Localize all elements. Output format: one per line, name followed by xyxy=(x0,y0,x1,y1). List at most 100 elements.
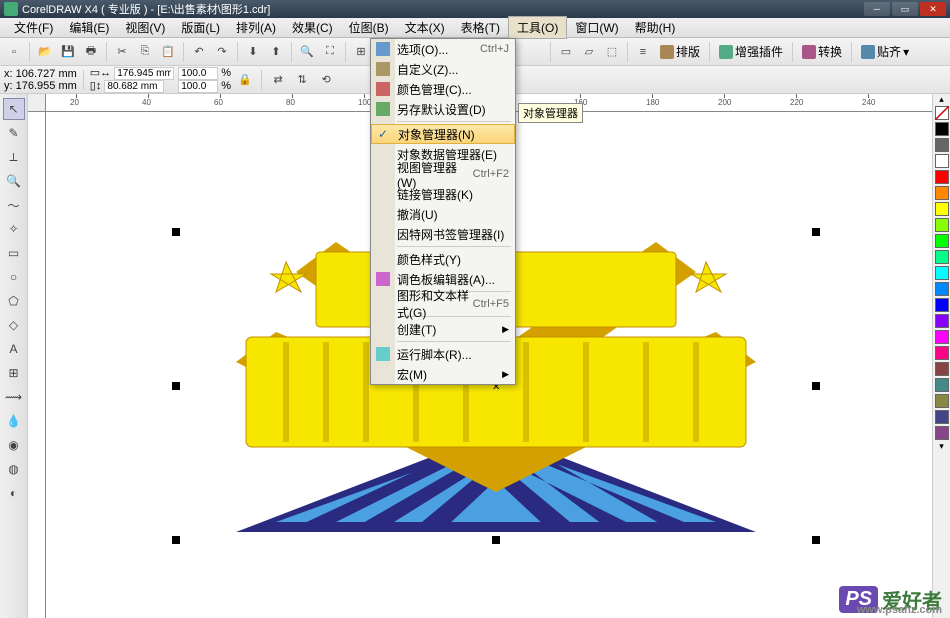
close-button[interactable]: ✕ xyxy=(920,2,946,16)
scale-y-input[interactable] xyxy=(178,80,218,93)
color-swatch[interactable] xyxy=(935,202,949,216)
menu-item-0[interactable]: 选项(O)...Ctrl+J xyxy=(371,39,515,59)
rectangle-tool[interactable]: ▭ xyxy=(3,242,25,264)
menu-item-7[interactable]: 视图管理器(W)Ctrl+F2 xyxy=(371,164,515,184)
copy-button[interactable]: ⎘ xyxy=(135,42,155,62)
selection-handle[interactable] xyxy=(172,382,180,390)
mirror-h-button[interactable]: ⇄ xyxy=(268,70,288,90)
new-button[interactable]: ▫ xyxy=(4,42,24,62)
basic-shapes-tool[interactable]: ◇ xyxy=(3,314,25,336)
menu-8[interactable]: 表格(T) xyxy=(453,17,508,38)
menu-item-5[interactable]: ✓对象管理器(N) xyxy=(371,124,515,144)
selection-handle[interactable] xyxy=(812,228,820,236)
outline-tool[interactable]: ◉ xyxy=(3,434,25,456)
color-swatch[interactable] xyxy=(935,234,949,248)
blend-tool[interactable]: ⟿ xyxy=(3,386,25,408)
fill-tool[interactable]: ◍ xyxy=(3,458,25,480)
freehand-tool[interactable]: ～ xyxy=(3,194,25,216)
zoom-tool[interactable]: 🔍 xyxy=(3,170,25,192)
menu-item-20[interactable]: 宏(M)▶ xyxy=(371,364,515,384)
minimize-button[interactable]: ─ xyxy=(864,2,890,16)
color-swatch[interactable] xyxy=(935,282,949,296)
layout-label[interactable]: 排版 xyxy=(656,43,704,60)
color-swatch[interactable] xyxy=(935,362,949,376)
color-swatch[interactable] xyxy=(935,314,949,328)
selection-handle[interactable] xyxy=(172,536,180,544)
color-swatch[interactable] xyxy=(935,122,949,136)
menu-item-8[interactable]: 链接管理器(K) xyxy=(371,184,515,204)
palette-up[interactable]: ▴ xyxy=(933,94,950,105)
menu-1[interactable]: 编辑(E) xyxy=(61,17,117,38)
ellipse-tool[interactable]: ○ xyxy=(3,266,25,288)
crop-tool[interactable]: ⟂ xyxy=(3,146,25,168)
color-swatch[interactable] xyxy=(935,298,949,312)
scale-x-input[interactable] xyxy=(178,67,218,80)
color-swatch[interactable] xyxy=(935,394,949,408)
menu-item-1[interactable]: 自定义(Z)... xyxy=(371,59,515,79)
palette-down[interactable]: ▾ xyxy=(933,441,950,452)
color-swatch[interactable] xyxy=(935,378,949,392)
color-swatch[interactable] xyxy=(935,218,949,232)
menu-item-19[interactable]: 运行脚本(R)... xyxy=(371,344,515,364)
menu-item-10[interactable]: 因特网书签管理器(I) xyxy=(371,224,515,244)
menu-item-15[interactable]: 图形和文本样式(G)Ctrl+F5 xyxy=(371,294,515,314)
maximize-button[interactable]: ▭ xyxy=(892,2,918,16)
paste-label[interactable]: 贴齐 ▾ xyxy=(857,43,913,60)
color-swatch[interactable] xyxy=(935,138,949,152)
menu-6[interactable]: 位图(B) xyxy=(341,17,397,38)
menu-item-17[interactable]: 创建(T)▶ xyxy=(371,319,515,339)
color-swatch[interactable] xyxy=(935,186,949,200)
snap-button[interactable]: ⊞ xyxy=(351,42,371,62)
export-button[interactable]: ⬆ xyxy=(266,42,286,62)
menu-0[interactable]: 文件(F) xyxy=(6,17,61,38)
color-swatch[interactable] xyxy=(935,250,949,264)
menu-item-2[interactable]: 颜色管理(C)... xyxy=(371,79,515,99)
eyedropper-tool[interactable]: 💧 xyxy=(3,410,25,432)
mirror-v-button[interactable]: ⇅ xyxy=(292,70,312,90)
menu-item-13[interactable]: 调色板编辑器(A)... xyxy=(371,269,515,289)
save-button[interactable]: 💾 xyxy=(58,42,78,62)
pick-tool[interactable]: ↖ xyxy=(3,98,25,120)
fullscreen-button[interactable]: ⛶ xyxy=(320,42,340,62)
color-swatch[interactable] xyxy=(935,330,949,344)
menu-4[interactable]: 排列(A) xyxy=(228,17,284,38)
selection-handle[interactable] xyxy=(172,228,180,236)
tool-c[interactable]: ⬚ xyxy=(602,42,622,62)
selection-handle[interactable] xyxy=(492,536,500,544)
no-color-swatch[interactable] xyxy=(935,106,949,120)
selection-handle[interactable] xyxy=(812,536,820,544)
enhance-label[interactable]: 增强插件 xyxy=(715,43,787,60)
color-swatch[interactable] xyxy=(935,346,949,360)
convert-label[interactable]: 转换 xyxy=(798,43,846,60)
menu-item-9[interactable]: 撤消(U) xyxy=(371,204,515,224)
ruler-vertical[interactable] xyxy=(28,112,46,618)
menu-9[interactable]: 工具(O) xyxy=(508,16,567,39)
menu-5[interactable]: 效果(C) xyxy=(284,17,341,38)
align-button[interactable]: ≡ xyxy=(633,42,653,62)
menu-item-3[interactable]: 另存默认设置(D) xyxy=(371,99,515,119)
menu-7[interactable]: 文本(X) xyxy=(397,17,453,38)
lock-ratio-button[interactable]: 🔒 xyxy=(235,70,255,90)
open-button[interactable]: 📂 xyxy=(35,42,55,62)
menu-2[interactable]: 视图(V) xyxy=(117,17,173,38)
smart-tool[interactable]: ✧ xyxy=(3,218,25,240)
menu-10[interactable]: 窗口(W) xyxy=(567,17,626,38)
height-input[interactable] xyxy=(104,80,164,93)
print-button[interactable]: 🖶 xyxy=(81,42,101,62)
shape-tool[interactable]: ✎ xyxy=(3,122,25,144)
interactive-fill-tool[interactable]: ◐ xyxy=(3,482,25,504)
color-swatch[interactable] xyxy=(935,266,949,280)
paste-button[interactable]: 📋 xyxy=(158,42,178,62)
tool-b[interactable]: ▱ xyxy=(579,42,599,62)
redo-button[interactable]: ↷ xyxy=(212,42,232,62)
undo-button[interactable]: ↶ xyxy=(189,42,209,62)
rotate-button[interactable]: ⟲ xyxy=(316,70,336,90)
menu-3[interactable]: 版面(L) xyxy=(173,17,228,38)
color-swatch[interactable] xyxy=(935,426,949,440)
table-tool[interactable]: ⊞ xyxy=(3,362,25,384)
width-input[interactable] xyxy=(114,67,174,80)
menu-item-12[interactable]: 颜色样式(Y) xyxy=(371,249,515,269)
tool-a[interactable]: ▭ xyxy=(556,42,576,62)
cut-button[interactable]: ✂ xyxy=(112,42,132,62)
zoom-button[interactable]: 🔍 xyxy=(297,42,317,62)
